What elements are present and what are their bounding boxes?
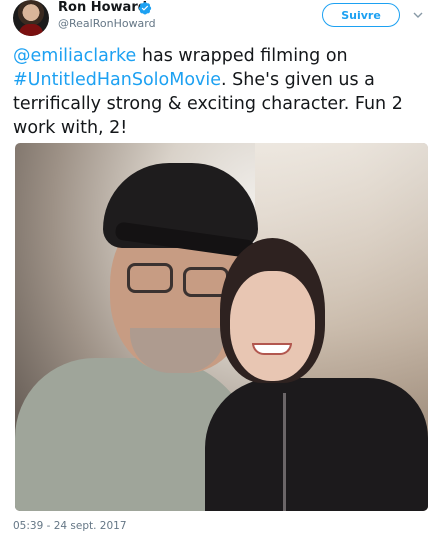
mention-link[interactable]: @emiliaclarke — [13, 46, 136, 66]
tweet-photo[interactable] — [15, 143, 428, 511]
glasses-left — [127, 263, 173, 293]
author-name[interactable]: Ron Howard — [58, 0, 147, 16]
woman-smile — [252, 343, 292, 355]
woman-face — [230, 271, 315, 381]
avatar-shirt — [19, 24, 43, 36]
tweet-text-part1: has wrapped filming on — [136, 46, 348, 66]
woman-hoodie — [205, 378, 428, 511]
author-handle[interactable]: @RealRonHoward — [58, 17, 156, 31]
tweet-header: Ron Howard @RealRonHoward Suivre — [0, 0, 442, 46]
verified-badge-icon — [138, 2, 152, 15]
hashtag-link[interactable]: #UntitledHanSoloMovie — [13, 70, 221, 90]
author-avatar[interactable] — [13, 0, 49, 36]
tweet-text: @emiliaclarke has wrapped filming on #Un… — [13, 44, 428, 140]
follow-button[interactable]: Suivre — [322, 3, 400, 27]
hoodie-zipper — [283, 393, 286, 511]
tweet-timestamp[interactable]: 05:39 - 24 sept. 2017 — [13, 520, 127, 533]
chevron-down-icon[interactable] — [412, 9, 424, 21]
